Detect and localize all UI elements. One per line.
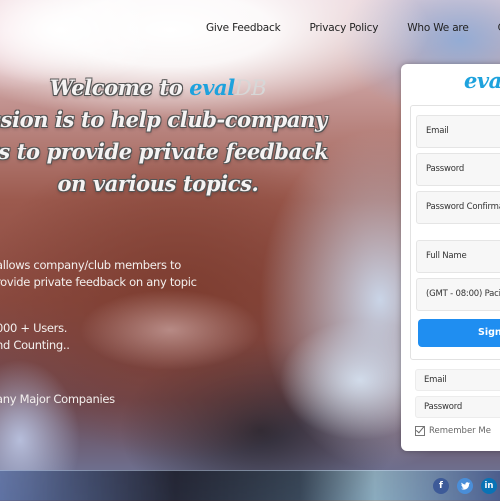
nav-give-feedback[interactable]: Give Feedback xyxy=(193,22,296,34)
remember-me-label: Remember Me xyxy=(429,426,491,436)
twitter-icon[interactable] xyxy=(457,478,473,494)
info-users: 000 + Users. nd Counting.. xyxy=(0,320,70,354)
nav-who-we-are[interactable]: Who We are xyxy=(394,22,484,34)
hero-welcome-line: Welcome to evalDB xyxy=(0,72,358,104)
login-email-input[interactable]: Email xyxy=(415,369,500,391)
info-line: allows company/club members to xyxy=(0,258,181,272)
signup-password-confirm-input[interactable]: Password Confirmation xyxy=(416,191,500,224)
signup-form: Email Password Password Confirmation Ful… xyxy=(410,105,500,360)
facebook-icon[interactable]: f xyxy=(433,478,449,494)
timezone-select[interactable]: (GMT - 08:00) Pacific Time xyxy=(416,278,500,311)
signup-password-input[interactable]: Password xyxy=(416,153,500,186)
signup-email-input[interactable]: Email xyxy=(416,115,500,148)
info-line: 000 + Users. xyxy=(0,321,68,335)
top-nav: Give Feedback Privacy Policy Who We are … xyxy=(193,18,500,38)
signup-button[interactable]: Sign Up xyxy=(418,319,500,347)
footer-bar xyxy=(0,470,500,501)
linkedin-icon[interactable]: in xyxy=(481,478,497,494)
remember-me[interactable]: Remember Me xyxy=(415,426,491,436)
hero-line-4: on various topics. xyxy=(57,171,259,196)
welcome-text: Welcome to xyxy=(49,75,190,100)
twitter-bird-icon xyxy=(460,482,470,490)
hero-line-2: ssion is to help club-company xyxy=(0,107,327,132)
signup-fullname-input[interactable]: Full Name xyxy=(416,240,500,273)
hero-line-3: rs to provide private feedback xyxy=(0,139,329,164)
hero-heading: Welcome to evalDB ssion is to help club-… xyxy=(0,72,358,200)
info-line: any Major Companies xyxy=(0,392,115,406)
nav-privacy-policy[interactable]: Privacy Policy xyxy=(296,22,394,34)
brand-eval: eval xyxy=(189,75,235,100)
login-password-input[interactable]: Password xyxy=(415,396,500,418)
info-line: nd Counting.. xyxy=(0,338,70,352)
brand-db: DB xyxy=(234,76,267,100)
logo: eval xyxy=(464,68,500,93)
auth-card: eval Email Password Password Confirmatio… xyxy=(401,64,500,451)
nav-contact[interactable]: Co xyxy=(485,22,500,34)
info-companies: any Major Companies xyxy=(0,391,115,408)
info-description: allows company/club members to rovide pr… xyxy=(0,257,197,291)
info-line: rovide private feedback on any topic xyxy=(0,275,197,289)
remember-me-checkbox[interactable] xyxy=(415,426,425,436)
